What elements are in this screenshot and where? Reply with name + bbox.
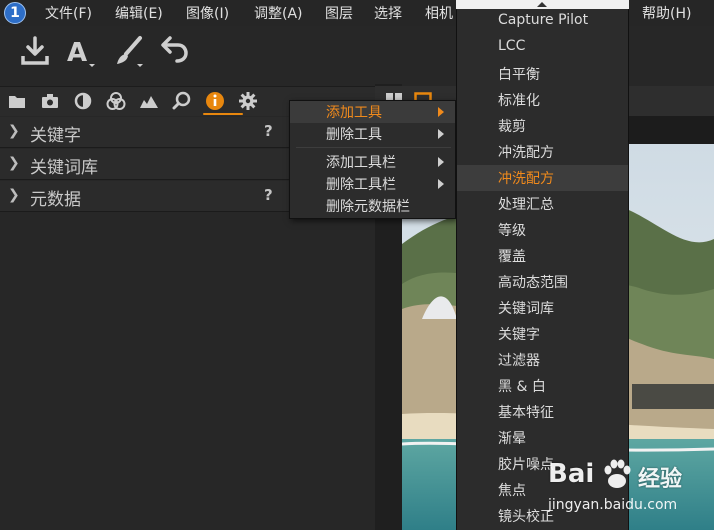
menu-item-remove-metadata-bar[interactable]: 删除元数据栏 — [290, 195, 455, 217]
menu-select[interactable]: 选择 — [374, 3, 402, 23]
color-icon[interactable] — [73, 91, 93, 111]
submenu-arrow-icon — [438, 179, 444, 189]
submenu-item[interactable]: 标准化 — [457, 87, 628, 113]
submenu-item[interactable]: LCC — [457, 35, 628, 61]
menu-edit[interactable]: 编辑(E) — [115, 3, 163, 23]
submenu-item-label: 焦点 — [498, 483, 526, 499]
app-logo-icon[interactable]: 1 — [4, 2, 26, 24]
chevron-right-icon[interactable]: ❯ — [8, 187, 20, 203]
scroll-up-arrow-icon — [537, 2, 547, 7]
text-icon[interactable]: A — [64, 34, 98, 68]
submenu-item[interactable]: 裁剪 — [457, 113, 628, 139]
submenu-item[interactable]: 冲洗配方 — [457, 165, 628, 191]
submenu-item-label: 裁剪 — [498, 119, 526, 135]
submenu-item-label: 黑 & 白 — [498, 379, 546, 395]
menu-layer[interactable]: 图层 — [325, 3, 353, 23]
details-icon[interactable] — [172, 91, 192, 111]
menu-help[interactable]: 帮助(H) — [642, 3, 691, 23]
submenu-item-label: 处理汇总 — [498, 197, 554, 213]
submenu-item-label: 渐晕 — [498, 431, 526, 447]
watermark-brand-cn: 经验 — [638, 467, 683, 492]
color-channels-icon[interactable] — [106, 91, 126, 111]
panel-title: 元数据 — [30, 190, 81, 210]
panel-title: 关键词库 — [30, 158, 98, 178]
active-tab-indicator — [203, 113, 243, 115]
submenu-item[interactable]: 关键字 — [457, 321, 628, 347]
submenu-item[interactable]: 冲洗配方 — [457, 139, 628, 165]
submenu-arrow-icon — [438, 107, 444, 117]
submenu-item[interactable]: 白平衡 — [457, 61, 628, 87]
submenu-item-label: 等级 — [498, 223, 526, 239]
submenu-item[interactable]: 黑 & 白 — [457, 373, 628, 399]
submenu-item[interactable]: 渐晕 — [457, 425, 628, 451]
submenu-item[interactable]: 等级 — [457, 217, 628, 243]
submenu-item-label: 冲洗配方 — [498, 171, 554, 187]
submenu-item-label: 覆盖 — [498, 249, 526, 265]
paw-logo-icon — [604, 459, 631, 488]
submenu-item[interactable]: 基本特征 — [457, 399, 628, 425]
menu-item-label: 删除工具 — [326, 127, 382, 143]
menu-adjust[interactable]: 调整(A) — [254, 3, 303, 23]
settings-icon[interactable] — [238, 91, 258, 111]
menu-item-label: 删除工具栏 — [326, 177, 396, 193]
submenu-arrow-icon — [438, 129, 444, 139]
menu-item-remove-toolbar[interactable]: 删除工具栏 — [290, 173, 455, 195]
submenu-item-label: LCC — [498, 38, 526, 54]
camera-icon[interactable] — [40, 91, 60, 111]
watermark-brand: Bai — [548, 459, 595, 489]
submenu-item-label: 高动态范围 — [498, 275, 568, 291]
submenu-item-label: 冲洗配方 — [498, 145, 554, 161]
submenu-item-label: 胶片噪点 — [498, 457, 554, 473]
menu-separator — [296, 147, 451, 148]
menu-item-label: 添加工具 — [326, 105, 382, 121]
chevron-right-icon[interactable]: ❯ — [8, 155, 20, 171]
submenu-item-label: Capture Pilot — [498, 12, 589, 28]
submenu-item-label: 标准化 — [498, 93, 540, 109]
menu-item-add-tool[interactable]: 添加工具 — [290, 101, 455, 123]
submenu-item-label: 过滤器 — [498, 353, 540, 369]
submenu-item[interactable]: 关键词库 — [457, 295, 628, 321]
submenu-item-label: 关键词库 — [498, 301, 554, 317]
menu-camera[interactable]: 相机 — [425, 3, 453, 23]
submenu-item[interactable]: Capture Pilot — [457, 9, 628, 35]
submenu-item[interactable]: 高动态范围 — [457, 269, 628, 295]
menu-item-label: 删除元数据栏 — [326, 199, 410, 215]
submenu-item-label: 基本特征 — [498, 405, 554, 421]
submenu-item[interactable]: 处理汇总 — [457, 191, 628, 217]
menu-item-label: 添加工具栏 — [326, 155, 396, 171]
info-icon[interactable] — [205, 91, 225, 111]
menu-item-add-toolbar[interactable]: 添加工具栏 — [290, 151, 455, 173]
watermark-url: jingyan.baidu.com — [548, 497, 678, 513]
submenu-item[interactable]: 过滤器 — [457, 347, 628, 373]
exposure-icon[interactable] — [139, 91, 159, 111]
submenu-arrow-icon — [438, 157, 444, 167]
undo-icon[interactable] — [158, 34, 192, 68]
svg-text:A: A — [67, 38, 87, 68]
watermark: Bai 经验 jingyan.baidu.com — [548, 455, 714, 515]
brush-icon[interactable] — [112, 34, 146, 68]
submenu-item-label: 关键字 — [498, 327, 540, 343]
menu-file[interactable]: 文件(F) — [45, 3, 92, 23]
submenu-item-label: 镜头校正 — [498, 509, 554, 525]
menu-item-remove-tool[interactable]: 删除工具 — [290, 123, 455, 145]
help-icon[interactable]: ? — [264, 122, 273, 140]
chevron-right-icon[interactable]: ❯ — [8, 123, 20, 139]
submenu-item[interactable]: 覆盖 — [457, 243, 628, 269]
submenu-item-label: 白平衡 — [498, 67, 540, 83]
panel-title: 关键字 — [30, 126, 81, 146]
help-icon[interactable]: ? — [264, 186, 273, 204]
folder-icon[interactable] — [7, 91, 27, 111]
import-icon[interactable] — [18, 34, 52, 68]
menu-image[interactable]: 图像(I) — [186, 3, 229, 23]
